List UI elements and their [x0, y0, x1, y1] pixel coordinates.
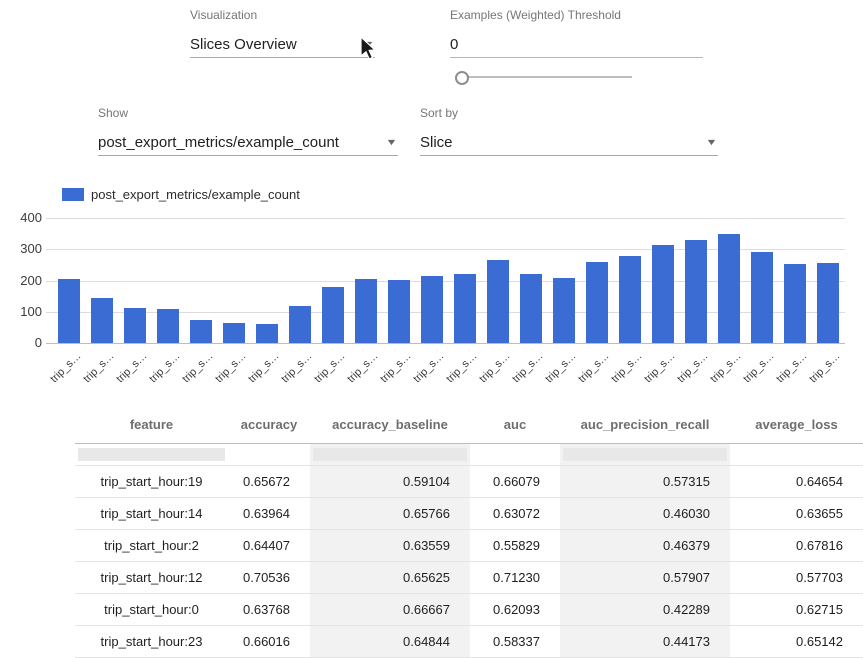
table-filter-row [75, 444, 863, 466]
feature-cell: trip_start_hour:2 [75, 530, 228, 562]
table-row[interactable]: trip_start_hour:190.656720.591040.660790… [75, 466, 863, 498]
table-row[interactable]: trip_start_hour:20.644070.635590.558290.… [75, 530, 863, 562]
metrics-table-grid: featureaccuracyaccuracy_baselineaucauc_p… [75, 405, 863, 658]
metric-value-cell: 0.57315 [560, 466, 730, 498]
y-axis-tick: 300 [0, 241, 42, 257]
bar[interactable] [190, 320, 212, 343]
metric-value-cell: 0.66667 [310, 594, 470, 626]
column-header[interactable]: feature [75, 405, 228, 444]
table-row[interactable]: trip_start_hour:120.705360.656250.712300… [75, 562, 863, 594]
bar[interactable] [388, 280, 410, 343]
metric-value-cell: 0.66079 [470, 466, 560, 498]
bar[interactable] [751, 252, 773, 343]
bar[interactable] [784, 264, 806, 343]
bar[interactable] [58, 279, 80, 343]
filter-cell [730, 444, 863, 466]
metric-value-cell: 0.62715 [730, 594, 863, 626]
column-header[interactable]: auc [470, 405, 560, 444]
column-filter-input[interactable] [563, 448, 727, 461]
bar-chart: 0100200300400trip_s…trip_s…trip_s…trip_s… [0, 0, 863, 400]
column-header[interactable]: accuracy_baseline [310, 405, 470, 444]
metric-value-cell: 0.66016 [228, 626, 310, 658]
bar[interactable] [619, 256, 641, 343]
metric-value-cell: 0.57907 [560, 562, 730, 594]
metric-value-cell: 0.64654 [730, 466, 863, 498]
filter-cell [310, 444, 470, 466]
feature-cell: trip_start_hour:0 [75, 594, 228, 626]
metric-value-cell: 0.65625 [310, 562, 470, 594]
gridline [46, 218, 845, 219]
bar[interactable] [157, 309, 179, 343]
y-axis-tick: 200 [0, 273, 42, 289]
metric-value-cell: 0.70536 [228, 562, 310, 594]
filter-cell [228, 444, 310, 466]
metric-value-cell: 0.46379 [560, 530, 730, 562]
bar[interactable] [553, 278, 575, 343]
metric-value-cell: 0.64407 [228, 530, 310, 562]
table-row[interactable]: trip_start_hour:00.637680.666670.620930.… [75, 594, 863, 626]
metric-value-cell: 0.46030 [560, 498, 730, 530]
bar[interactable] [91, 298, 113, 343]
bar[interactable] [256, 324, 278, 343]
bar[interactable] [124, 308, 146, 343]
filter-cell [560, 444, 730, 466]
feature-cell: trip_start_hour:23 [75, 626, 228, 658]
metric-value-cell: 0.63964 [228, 498, 310, 530]
metric-value-cell: 0.64844 [310, 626, 470, 658]
filter-cell [470, 444, 560, 466]
feature-cell: trip_start_hour:14 [75, 498, 228, 530]
bar[interactable] [520, 274, 542, 343]
bar[interactable] [322, 287, 344, 343]
metric-value-cell: 0.67816 [730, 530, 863, 562]
bar[interactable] [289, 306, 311, 344]
metric-value-cell: 0.63072 [470, 498, 560, 530]
metrics-table-body: trip_start_hour:190.656720.591040.660790… [75, 466, 863, 658]
feature-cell: trip_start_hour:12 [75, 562, 228, 594]
metric-value-cell: 0.63655 [730, 498, 863, 530]
table-row[interactable]: trip_start_hour:230.660160.648440.583370… [75, 626, 863, 658]
metric-value-cell: 0.63559 [310, 530, 470, 562]
gridline [46, 343, 845, 344]
table-header-row: featureaccuracyaccuracy_baselineaucauc_p… [75, 405, 863, 444]
bar[interactable] [421, 276, 443, 343]
metric-value-cell: 0.63768 [228, 594, 310, 626]
column-filter-input[interactable] [313, 448, 467, 461]
bar[interactable] [685, 240, 707, 343]
metric-value-cell: 0.65142 [730, 626, 863, 658]
column-header[interactable]: accuracy [228, 405, 310, 444]
metric-value-cell: 0.59104 [310, 466, 470, 498]
metric-value-cell: 0.71230 [470, 562, 560, 594]
bar[interactable] [718, 234, 740, 343]
y-axis-tick: 0 [0, 335, 42, 351]
metric-value-cell: 0.62093 [470, 594, 560, 626]
metric-value-cell: 0.65672 [228, 466, 310, 498]
table-row[interactable]: trip_start_hour:140.639640.657660.630720… [75, 498, 863, 530]
metric-value-cell: 0.65766 [310, 498, 470, 530]
y-axis-tick: 100 [0, 304, 42, 320]
bar[interactable] [487, 260, 509, 343]
mouse-cursor [359, 36, 379, 62]
bar[interactable] [454, 274, 476, 343]
bar[interactable] [223, 323, 245, 343]
metric-value-cell: 0.55829 [470, 530, 560, 562]
bar[interactable] [586, 262, 608, 343]
bar[interactable] [355, 279, 377, 343]
column-header[interactable]: average_loss [730, 405, 863, 444]
feature-cell: trip_start_hour:19 [75, 466, 228, 498]
metric-value-cell: 0.44173 [560, 626, 730, 658]
column-header[interactable]: auc_precision_recall [560, 405, 730, 444]
metric-value-cell: 0.57703 [730, 562, 863, 594]
bar[interactable] [652, 245, 674, 343]
metrics-table: featureaccuracyaccuracy_baselineaucauc_p… [75, 405, 863, 658]
metric-value-cell: 0.58337 [470, 626, 560, 658]
column-filter-input[interactable] [78, 448, 225, 461]
bar[interactable] [817, 263, 839, 343]
filter-cell [75, 444, 228, 466]
metric-value-cell: 0.42289 [560, 594, 730, 626]
y-axis-tick: 400 [0, 210, 42, 226]
